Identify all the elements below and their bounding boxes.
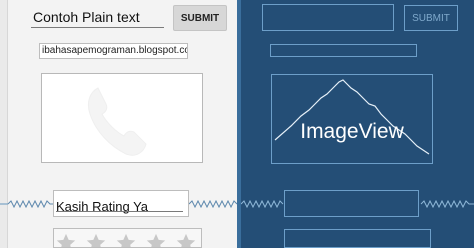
blueprint-text-input-outline — [262, 4, 394, 31]
star-icon[interactable] — [85, 232, 107, 248]
star-icon[interactable] — [145, 232, 167, 248]
star-icon[interactable] — [55, 232, 77, 248]
mountain-placeholder-icon — [274, 79, 430, 155]
blueprint-url-label-outline — [270, 44, 417, 57]
plain-text-value: Contoh Plain text — [33, 9, 140, 25]
rating-input-underline — [56, 211, 183, 212]
blueprint-rating-input-outline — [284, 190, 419, 217]
left-edge-rail — [0, 0, 8, 248]
star-icon[interactable] — [175, 232, 197, 248]
imageview-label: ImageView — [300, 120, 404, 143]
rating-text-input[interactable]: Kasih Rating Ya — [53, 190, 189, 217]
url-text-label: ibahasapemograman.blogspot.com — [39, 43, 188, 59]
star-icon[interactable] — [115, 232, 137, 248]
plain-text-input[interactable]: Contoh Plain text — [31, 5, 164, 28]
rating-bar[interactable] — [53, 228, 202, 248]
phone-icon — [87, 87, 147, 156]
blueprint-submit-button: SUBMIT — [404, 5, 458, 31]
blueprint-rating-bar-outline — [284, 229, 431, 248]
submit-button[interactable]: SUBMIT — [173, 5, 227, 31]
